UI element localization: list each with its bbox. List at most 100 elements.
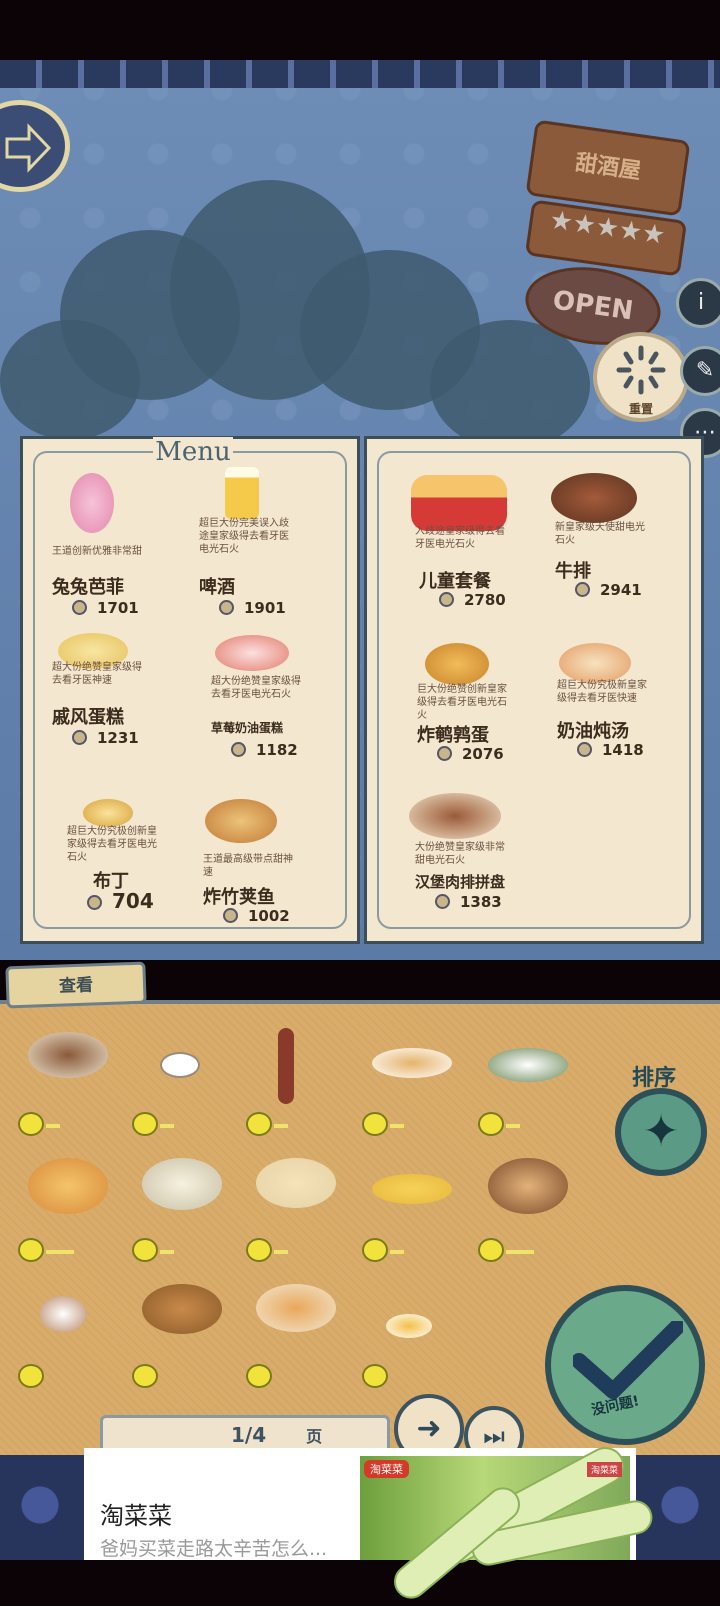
dish-thumbnail [372, 1174, 452, 1204]
dish-slot[interactable] [132, 1274, 232, 1388]
sort-label: 排序 [632, 1066, 677, 1091]
browse-tab[interactable]: 查看 [5, 961, 147, 1009]
rating-bar [274, 1124, 288, 1128]
arrow-right-icon: ➜ [416, 1411, 442, 1446]
dish-image [205, 799, 277, 843]
dish-description: 巨大份绝赞创新皇家级得去看牙医电光石火 [417, 684, 507, 721]
dish-thumbnail [160, 1052, 200, 1078]
dish-price: 1418 [602, 741, 644, 759]
coin-icon [223, 908, 238, 923]
dish-name: 奶油炖汤 [557, 721, 629, 742]
smiley-face-icon [246, 1364, 272, 1388]
menu-dish[interactable]: 王道最高级带点甜神速 炸竹荚鱼 1002 [199, 791, 339, 925]
menu-dish[interactable]: 巨大份绝赞创新皇家级得去看牙医电光石火 炸鹌鹑蛋 2076 [413, 635, 553, 775]
arrow-right-icon [5, 123, 51, 173]
dish-thumbnail [256, 1284, 336, 1332]
dish-description: 超大份绝赞皇家级得去看牙医电光石火 [211, 676, 301, 700]
tree-silhouette [430, 320, 590, 450]
dish-price: 2076 [462, 745, 504, 763]
dish-thumbnail [142, 1284, 222, 1334]
dish-slot[interactable] [362, 1274, 462, 1388]
dish-image [551, 473, 637, 523]
dish-thumbnail [256, 1158, 336, 1208]
menu-dish[interactable]: 超大份绝赞皇家级得去看牙医神速 戚风蛋糕 1231 [48, 625, 188, 755]
dish-image [425, 643, 489, 685]
loading-spinner-icon [616, 345, 666, 395]
smiley-face-icon [362, 1238, 388, 1262]
dish-thumbnail [386, 1314, 432, 1338]
page-unit: 页 [306, 1427, 323, 1446]
dish-slot[interactable] [362, 1022, 462, 1136]
dish-thumbnail [40, 1296, 86, 1332]
dish-slot[interactable] [132, 1022, 232, 1136]
status-bar [0, 0, 720, 60]
dish-slot[interactable] [18, 1148, 118, 1262]
smiley-face-icon [132, 1238, 158, 1262]
dish-name: 牛排 [555, 561, 591, 582]
dish-name: 炸竹荚鱼 [203, 887, 275, 908]
rating-bar [506, 1124, 520, 1128]
dish-thumbnail [142, 1158, 222, 1210]
dish-description: 王道最高级带点甜神速 [203, 854, 293, 878]
dish-name: 儿童套餐 [419, 571, 491, 592]
dish-description: 大份绝赞皇家级非常甜电光石火 [415, 842, 505, 866]
ad-title: 淘菜菜 [100, 1502, 172, 1530]
menu-dish[interactable]: 王道创新优雅非常甜 兔兔芭菲 1701 [48, 469, 188, 619]
dish-price: 704 [112, 889, 154, 913]
dish-slot[interactable] [18, 1022, 118, 1136]
dish-slot[interactable] [362, 1148, 462, 1262]
menu-dish[interactable]: 超大份绝赞皇家级得去看牙医电光石火 草莓奶油蛋糕 1182 [207, 625, 347, 759]
smiley-face-icon [18, 1364, 44, 1388]
coin-icon [439, 592, 454, 607]
dish-thumbnail [372, 1048, 452, 1078]
sparkle-icon: ✦ [642, 1106, 680, 1157]
dish-image [70, 473, 114, 533]
reset-label: 重置 [628, 402, 653, 416]
menu-dish[interactable]: 超巨大份完美误入歧途皇家级得去看牙医电光石火 啤酒 1901 [195, 465, 335, 617]
coin-icon [231, 742, 246, 757]
coin-icon [437, 746, 452, 761]
dish-description: 超大份绝赞皇家级得去看牙医神速 [52, 662, 142, 686]
dish-thumbnail [488, 1048, 568, 1082]
dish-name: 兔兔芭菲 [52, 577, 124, 598]
dish-description: 超巨大份究极创新皇家级得去看牙医电光石火 [67, 826, 157, 863]
menu-dish[interactable]: 超巨大份究极新皇家级得去看牙医快速 奶油炖汤 1418 [553, 635, 693, 775]
menu-dish[interactable]: 超巨大份究极创新皇家级得去看牙医电光石火 布丁 704 [63, 791, 203, 921]
dish-price: 1701 [97, 599, 139, 617]
dish-slot[interactable] [478, 1022, 578, 1136]
dish-price: 1231 [97, 729, 139, 747]
dish-slot[interactable] [246, 1274, 346, 1388]
dish-price: 1182 [256, 741, 298, 759]
rating-bar [390, 1124, 404, 1128]
menu-page-right: 入歧途皇家级得去看牙医电光石火 儿童套餐 2780 新皇家级天使甜电光石火 牛排… [364, 436, 704, 944]
dish-price: 1383 [460, 893, 502, 911]
dish-thumbnail [28, 1158, 108, 1214]
dish-slot[interactable] [246, 1022, 346, 1136]
rating-bar [46, 1250, 74, 1254]
dish-name: 炸鹌鹑蛋 [417, 725, 489, 746]
dish-image [409, 793, 501, 839]
smiley-face-icon [362, 1112, 388, 1136]
dish-image [559, 643, 631, 683]
menu-dish[interactable]: 新皇家级天使甜电光石火 牛排 2941 [551, 469, 691, 619]
skip-forward-icon: ⏭ [483, 1422, 505, 1450]
confirm-button[interactable]: 没问题! [545, 1285, 705, 1445]
menu-dish[interactable]: 大份绝赞皇家级非常甜电光石火 汉堡肉排拼盘 1383 [407, 787, 547, 927]
dish-name: 汉堡肉排拼盘 [415, 873, 506, 891]
advertisement-banner[interactable]: 淘菜菜 爸妈买菜走路太辛苦怎么... 淘菜菜 淘菜菜 [84, 1440, 656, 1606]
dish-slot[interactable] [132, 1148, 232, 1262]
rating-bar [46, 1124, 60, 1128]
dish-price: 1901 [244, 599, 286, 617]
sort-button[interactable]: ✦ [615, 1088, 707, 1176]
dish-description: 新皇家级天使甜电光石火 [555, 522, 645, 546]
rating-bar [274, 1250, 288, 1254]
menu-title: Menu [153, 437, 233, 467]
menu-dish[interactable]: 入歧途皇家级得去看牙医电光石火 儿童套餐 2780 [411, 469, 551, 619]
dish-description: 王道创新优雅非常甜 [52, 546, 142, 557]
coin-icon [87, 895, 102, 910]
info-icon[interactable]: i [676, 278, 720, 328]
dish-slot[interactable] [478, 1148, 578, 1262]
reset-button[interactable]: 重置 [593, 332, 689, 422]
dish-slot[interactable] [18, 1274, 118, 1388]
dish-slot[interactable] [246, 1148, 346, 1262]
